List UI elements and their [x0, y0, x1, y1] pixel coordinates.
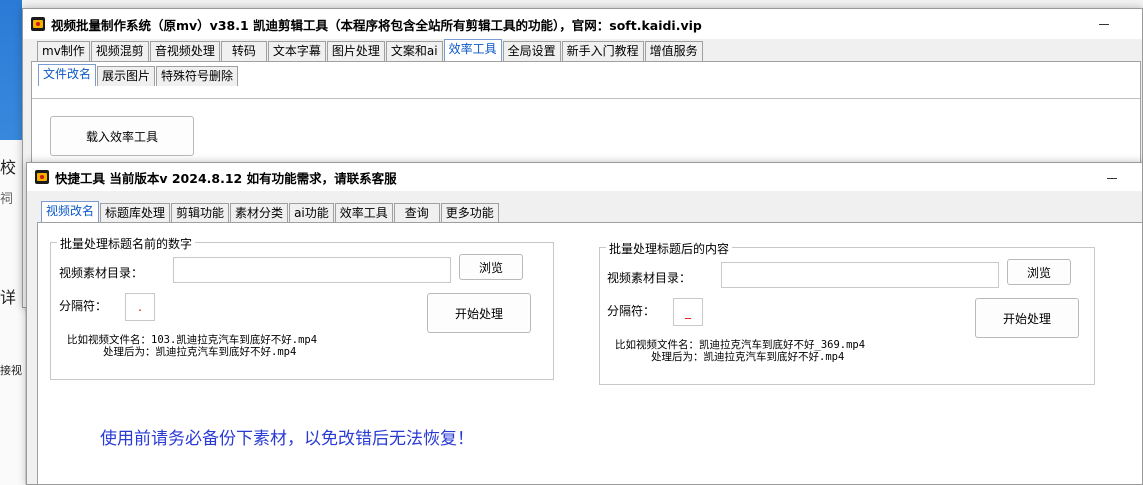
right-group-legend: 批量处理标题后的内容: [606, 240, 733, 257]
tab-quick-efficiency[interactable]: 效率工具: [334, 203, 393, 223]
main-title-bar: 视频批量制作系统（原mv）v38.1 凯迪剪辑工具（本程序将包含全站所有剪辑工具…: [23, 9, 1142, 39]
tab-edit-functions[interactable]: 剪辑功能: [171, 203, 230, 223]
background-text-2: 祠: [0, 192, 14, 207]
backup-warning-text: 使用前请务必备份下素材，以免改错后无法恢复！: [100, 429, 474, 449]
left-sep-label: 分隔符：: [59, 299, 108, 313]
sub-tab-bar: 文件改名 展示图片 特殊符号删除: [32, 64, 1140, 86]
tab-more-functions[interactable]: 更多功能: [440, 203, 499, 223]
right-dir-label: 视频素材目录：: [607, 271, 692, 285]
left-group-number-prefix: 批量处理标题名前的数字 视频素材目录： 浏览 分隔符： . 开始处理 比如视频文…: [50, 235, 554, 380]
app-logo-icon: [31, 17, 45, 31]
subtab-show-images[interactable]: 展示图片: [97, 66, 156, 86]
quick-tab-panel: 批量处理标题名前的数字 视频素材目录： 浏览 分隔符： . 开始处理 比如视频文…: [37, 222, 1142, 484]
left-example: 比如视频文件名：103.凯迪拉克汽车到底好不好.mp4 处理后为：凯迪拉克汽车到…: [67, 334, 317, 358]
background-text-1: 校: [0, 158, 17, 177]
tab-global-settings[interactable]: 全局设置: [502, 41, 561, 61]
right-dir-input[interactable]: [721, 262, 999, 288]
main-tab-bar: mv制作 视频混剪 音视频处理 转码 文本字幕 图片处理 文案和ai 效率工具 …: [23, 39, 1142, 61]
tab-efficiency[interactable]: 效率工具: [443, 39, 502, 61]
subtab-file-rename[interactable]: 文件改名: [38, 64, 97, 86]
quick-tab-bar: 视频改名 标题库处理 剪辑功能 素材分类 ai功能 效率工具 查询 更多功能: [27, 201, 1142, 223]
tab-title-library[interactable]: 标题库处理: [100, 203, 171, 223]
tab-av-process[interactable]: 音视频处理: [149, 41, 220, 61]
quick-app-logo-icon: [35, 170, 49, 184]
left-start-button[interactable]: 开始处理: [427, 293, 531, 333]
left-group-legend: 批量处理标题名前的数字: [57, 235, 196, 252]
left-browse-button[interactable]: 浏览: [459, 254, 523, 280]
left-example-line2: 处理后为：凯迪拉克汽车到底好不好.mp4: [103, 346, 297, 358]
quick-tool-window: 快捷工具 当前版本v 2024.8.12 如有功能需求，请联系客服 视频改名 标…: [26, 162, 1143, 485]
left-example-line1: 比如视频文件名：103.凯迪拉克汽车到底好不好.mp4: [67, 334, 318, 346]
tab-transcode[interactable]: 转码: [220, 41, 267, 61]
tab-video-mix[interactable]: 视频混剪: [90, 41, 149, 61]
background-text-4: 接视: [0, 364, 22, 377]
right-example-line2: 处理后为：凯迪拉克汽车到底好不好.mp4: [651, 351, 845, 363]
load-efficiency-button[interactable]: 载入效率工具: [50, 116, 194, 156]
left-dir-label: 视频素材目录：: [59, 266, 144, 280]
tab-ai-functions[interactable]: ai功能: [289, 203, 334, 223]
tab-material-category[interactable]: 素材分类: [230, 203, 289, 223]
right-sep-label: 分隔符：: [607, 304, 656, 318]
subtab-divider: [32, 98, 1140, 99]
right-sep-input[interactable]: _: [673, 298, 703, 326]
tab-video-rename[interactable]: 视频改名: [41, 201, 100, 223]
right-example: 比如视频文件名：凯迪拉克汽车到底好不好_369.mp4 处理后为：凯迪拉克汽车到…: [615, 339, 865, 363]
right-example-line1: 比如视频文件名：凯迪拉克汽车到底好不好_369.mp4: [615, 339, 866, 351]
right-group-suffix: 批量处理标题后的内容 视频素材目录： 浏览 分隔符： _ 开始处理 比如视频文件…: [599, 240, 1095, 385]
quick-minimize-icon[interactable]: [1106, 169, 1120, 185]
tab-query[interactable]: 查询: [393, 203, 440, 223]
main-window-title: 视频批量制作系统（原mv）v38.1 凯迪剪辑工具（本程序将包含全站所有剪辑工具…: [51, 17, 702, 33]
subtab-remove-symbols[interactable]: 特殊符号删除: [156, 66, 239, 86]
quick-title-bar: 快捷工具 当前版本v 2024.8.12 如有功能需求，请联系客服: [27, 163, 1142, 191]
background-text-3: 详 (: [0, 288, 24, 307]
left-sep-input[interactable]: .: [125, 293, 155, 321]
right-start-button[interactable]: 开始处理: [975, 298, 1079, 338]
tab-image[interactable]: 图片处理: [326, 41, 385, 61]
tab-copy-ai[interactable]: 文案和ai: [385, 41, 443, 61]
tab-mv[interactable]: mv制作: [37, 41, 90, 61]
quick-window-title: 快捷工具 当前版本v 2024.8.12 如有功能需求，请联系客服: [55, 170, 397, 186]
tab-value-added[interactable]: 增值服务: [644, 41, 703, 61]
right-browse-button[interactable]: 浏览: [1007, 259, 1071, 285]
left-dir-input[interactable]: [173, 257, 451, 283]
minimize-icon[interactable]: [1098, 15, 1112, 31]
tab-tutorial[interactable]: 新手入门教程: [561, 41, 644, 61]
tab-subtitles[interactable]: 文本字幕: [267, 41, 326, 61]
